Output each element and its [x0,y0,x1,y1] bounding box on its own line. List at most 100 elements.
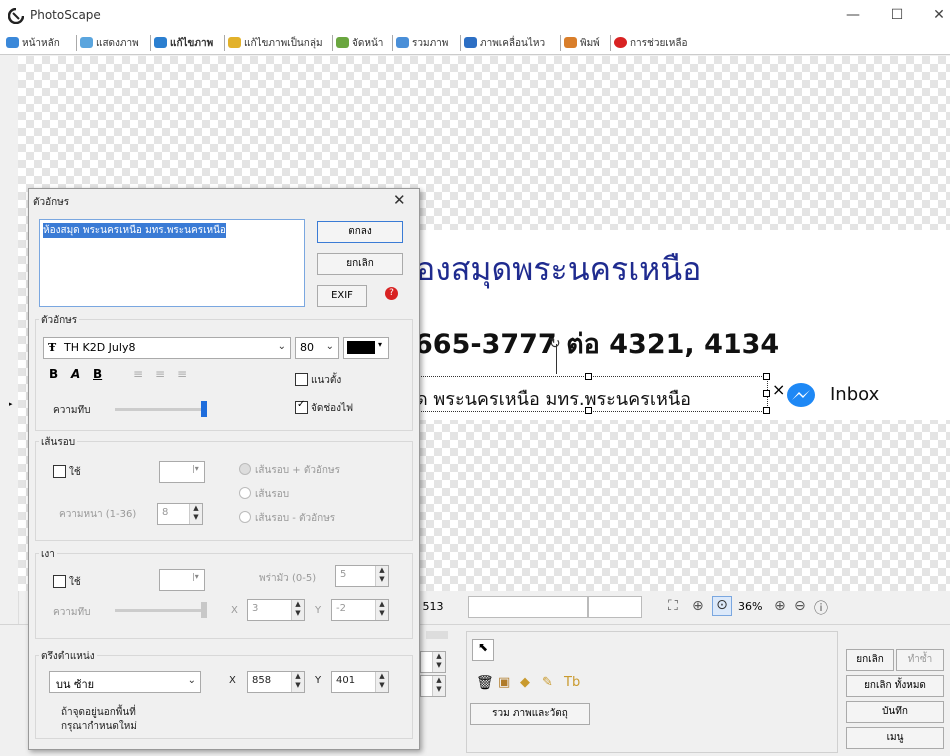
resize-handle[interactable] [763,407,770,414]
redo-button[interactable]: ทำซ้ำ [896,649,944,671]
exif-button[interactable]: EXIF [317,285,367,307]
fit-screen-icon[interactable]: ⛶ [668,598,678,614]
undo-button[interactable]: ยกเลิก [846,649,894,671]
tab-label: ภาพเคลื่อนไหว [480,38,546,49]
align-right-icon[interactable]: ≡ [177,367,187,381]
underline-icon[interactable]: B [93,367,102,381]
maximize-button[interactable]: ☐ [882,4,912,28]
close-window-button[interactable]: ✕ [924,4,950,28]
selected-text: ห้องสมุด พระนครเหนือ มทร.พระนครเหนือ [43,223,226,238]
tab-page[interactable]: จัดหน้า [336,35,383,52]
print-tab-icon [564,37,577,48]
bold-icon[interactable]: B [49,367,58,381]
shadow-color-picker[interactable]: |▾ [159,569,205,591]
antialias-checkbox[interactable]: ✓ [295,399,308,414]
pointer-tool-icon[interactable]: ⬉ [472,639,494,661]
shadow-x-spinner[interactable]: 3 ▲ ▼ [247,599,305,621]
dialog-close-icon[interactable]: ✕ [393,191,406,209]
outline-radio-1[interactable] [239,463,251,475]
italic-icon[interactable]: A [71,367,80,381]
rotate-handle-icon[interactable]: ↻ [549,336,561,352]
shadow-group-title: เงา [39,547,57,562]
zoom-out-icon[interactable]: ⊖ [794,598,806,614]
outline-radio-2[interactable] [239,487,251,499]
chevron-down-icon: ⌄ [277,341,286,352]
opacity-slider-thumb[interactable] [201,401,207,417]
delete-object-icon[interactable]: × [772,380,785,399]
outline-color-picker[interactable]: |▾ [159,461,205,483]
shadow-opacity-slider[interactable] [115,609,207,612]
zoom-fit-icon[interactable]: ⊙ [712,596,732,616]
page-tab-icon [336,37,349,48]
resize-handle[interactable] [763,373,770,380]
minimize-button[interactable]: — [838,4,868,28]
banner-text-line2: 665-3777 ต่อ 4321, 4134 [414,329,780,360]
pos-x-spinner[interactable]: 858 ▲ ▼ [247,671,305,693]
add-shape-icon[interactable]: ◆ [520,675,530,690]
cancel-button[interactable]: ยกเลิก [317,253,403,275]
zoom-actual-icon[interactable]: ⊕ [692,598,704,614]
text-input-area[interactable]: ห้องสมุด พระนครเหนือ มทร.พระนครเหนือ [39,219,305,307]
align-center-icon[interactable]: ≡ [155,367,165,381]
hint-line-2: กรุณากำหนดใหม่ [61,721,137,732]
thickness-spinner[interactable]: 8 ▲ ▼ [157,503,203,525]
slider-stub[interactable] [426,631,448,639]
tab-animated-gif[interactable]: ภาพเคลื่อนไหว [464,35,545,52]
add-text-icon[interactable]: Tb [564,675,580,690]
spinner-stub[interactable]: ▲ ▼ [420,651,446,673]
blur-value: 5 [340,569,347,580]
font-color-picker[interactable]: ▾ [343,337,389,359]
object-tools-panel [466,631,838,753]
outline-option-1: เส้นรอบ + ตัวอักษร [255,465,340,476]
ok-button[interactable]: ตกลง [317,221,403,243]
main-tab-bar: หน้าหลัก แสดงภาพ แก้ไขภาพ แก้ไขภาพเป็นกล… [0,32,950,55]
tab-combine[interactable]: รวมภาพ [396,35,448,52]
shadow-opacity-thumb[interactable] [201,602,207,618]
check-icon: ✓ [297,399,306,410]
resize-handle[interactable] [763,390,770,397]
blur-spinner[interactable]: 5 ▲ ▼ [335,565,389,587]
save-button[interactable]: บันทึก [846,701,944,723]
tab-batch-editor[interactable]: แก้ไขภาพเป็นกลุ่ม [228,35,323,52]
resize-handle[interactable] [585,373,592,380]
vertical-checkbox[interactable] [295,373,308,386]
tab-editor[interactable]: แก้ไขภาพ [154,35,213,52]
status-field [588,596,642,618]
tab-label: แก้ไขภาพเป็นกลุ่ม [244,38,323,49]
tab-label: รวมภาพ [412,38,449,49]
spinner-stub[interactable]: ▲ ▼ [420,675,446,697]
pos-x-value: 858 [252,675,272,686]
title-bar: PhotoScape — ☐ ✕ [0,0,950,32]
font-group [35,319,413,431]
tab-help[interactable]: การช่วยเหลือ [614,35,687,52]
anchor-select[interactable]: บน ซ้าย ⌄ [49,671,201,693]
left-splitter[interactable]: ▸ [0,56,19,624]
thickness-label: ความหนา (1-36) [59,509,137,520]
help-icon[interactable]: ? [385,287,398,300]
pos-y-spinner[interactable]: 401 ▲ ▼ [331,671,389,693]
tab-home[interactable]: หน้าหลัก [6,35,60,52]
tab-label: จัดหน้า [352,38,384,49]
shadow-y-spinner[interactable]: -2 ▲ ▼ [331,599,389,621]
chevron-down-icon: ⌄ [187,675,196,686]
menu-button[interactable]: เมนู [846,727,944,749]
tab-viewer[interactable]: แสดงภาพ [80,35,139,52]
tab-print[interactable]: พิมพ์ [564,35,600,52]
align-left-icon[interactable]: ≡ [133,367,143,381]
home-tab-icon [6,37,19,48]
font-family-select[interactable]: Ŧ TH K2D July8 ⌄ [43,337,291,359]
shadow-use-checkbox[interactable] [53,575,66,588]
add-balloon-icon[interactable]: ✎ [542,675,553,690]
trash-icon[interactable]: 🗑 [476,675,494,691]
opacity-slider[interactable] [115,408,207,411]
add-image-icon[interactable]: ▣ [498,675,510,690]
undo-all-button[interactable]: ยกเลิก ทั้งหมด [846,675,944,697]
info-icon[interactable]: ⓘ [814,598,828,618]
expand-arrow-icon[interactable]: ▸ [9,400,13,408]
outline-use-checkbox[interactable] [53,465,66,478]
outline-radio-3[interactable] [239,511,251,523]
font-size-select[interactable]: 80 ⌄ [295,337,339,359]
app-logo-icon [8,8,24,24]
combine-objects-button[interactable]: รวม ภาพและวัตถุ [470,703,590,725]
zoom-in-icon[interactable]: ⊕ [774,598,786,614]
